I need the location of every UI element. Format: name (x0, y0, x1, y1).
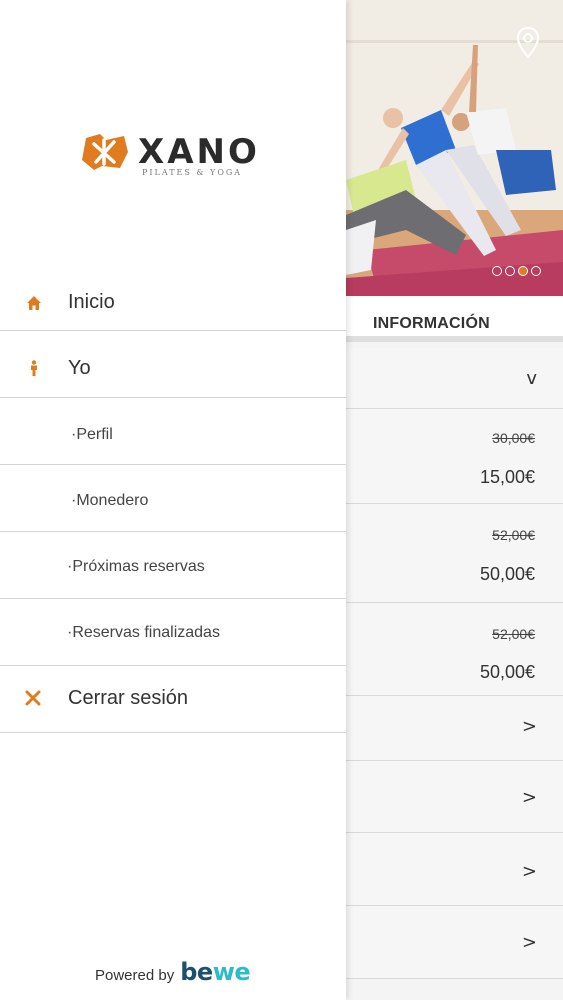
hero-carousel[interactable] (346, 0, 563, 296)
menu-subitem-label: ·Monedero (71, 492, 149, 509)
chevron-right-icon: > (521, 932, 537, 953)
chevron-down-icon: v (526, 368, 537, 389)
expand-row[interactable]: v (346, 348, 563, 409)
brand-logo: XANO PILATES & YOGA (80, 130, 270, 180)
brand-tagline: PILATES & YOGA (142, 168, 243, 177)
carousel-dot-active[interactable] (518, 266, 528, 276)
menu-item-label: Cerrar sesión (68, 687, 189, 709)
nav-row[interactable]: > (346, 833, 563, 906)
original-price: 52,00€ (492, 527, 535, 543)
original-price: 52,00€ (492, 626, 535, 642)
menu-item-yo[interactable]: Yo (0, 331, 346, 398)
price-row[interactable]: 52,00€ 50,00€ (346, 504, 563, 603)
background-app: INFORMACIÓN v 30,00€ 15,00€ 52,00€ 50,00… (346, 0, 563, 1000)
person-icon (31, 360, 37, 376)
chevron-right-icon: > (521, 716, 537, 737)
menu-item-inicio[interactable]: Inicio (0, 265, 346, 331)
location-pin-icon[interactable] (515, 26, 541, 60)
carousel-dot[interactable] (492, 266, 502, 276)
powered-by-text: Powered by (95, 967, 175, 984)
chevron-right-icon: > (521, 787, 537, 808)
carousel-dot[interactable] (505, 266, 515, 276)
info-section-header: INFORMACIÓN (346, 296, 563, 342)
menu-subitem-label: ·Próximas reservas (67, 558, 205, 575)
xano-logo-mark-icon (82, 134, 128, 170)
side-drawer: XANO PILATES & YOGA Inicio Yo ·Perfil ·M… (0, 0, 346, 1000)
menu-item-label: Yo (68, 357, 91, 379)
close-icon (25, 690, 41, 706)
original-price: 30,00€ (492, 430, 535, 446)
menu-subitem-proximas-reservas[interactable]: ·Próximas reservas (0, 532, 346, 599)
carousel-indicators (492, 266, 541, 276)
menu-item-label: Inicio (68, 291, 115, 313)
bewe-logo: bewe (180, 958, 251, 986)
menu-item-cerrar-sesion[interactable]: Cerrar sesión (0, 666, 346, 733)
carousel-dot[interactable] (531, 266, 541, 276)
brand-name: XANO (138, 132, 260, 172)
nav-row[interactable]: > (346, 696, 563, 761)
menu-subitem-label: ·Perfil (71, 426, 113, 443)
price-row[interactable]: 30,00€ 15,00€ (346, 409, 563, 504)
menu-subitem-label: ·Reservas finalizadas (67, 624, 220, 641)
powered-by-footer[interactable]: Powered by bewe (95, 958, 251, 986)
menu-subitem-perfil[interactable]: ·Perfil (0, 398, 346, 465)
nav-row[interactable]: > (346, 761, 563, 833)
menu-subitem-monedero[interactable]: ·Monedero (0, 465, 346, 532)
current-price: 50,00€ (479, 564, 535, 584)
price-row[interactable]: 52,00€ 50,00€ (346, 603, 563, 696)
current-price: 15,00€ (479, 467, 535, 487)
menu-subitem-reservas-finalizadas[interactable]: ·Reservas finalizadas (0, 599, 346, 666)
chevron-right-icon: > (521, 861, 537, 882)
info-section-title: INFORMACIÓN (373, 315, 490, 332)
nav-row[interactable]: > (346, 906, 563, 979)
home-icon (27, 296, 41, 310)
current-price: 50,00€ (479, 662, 535, 682)
